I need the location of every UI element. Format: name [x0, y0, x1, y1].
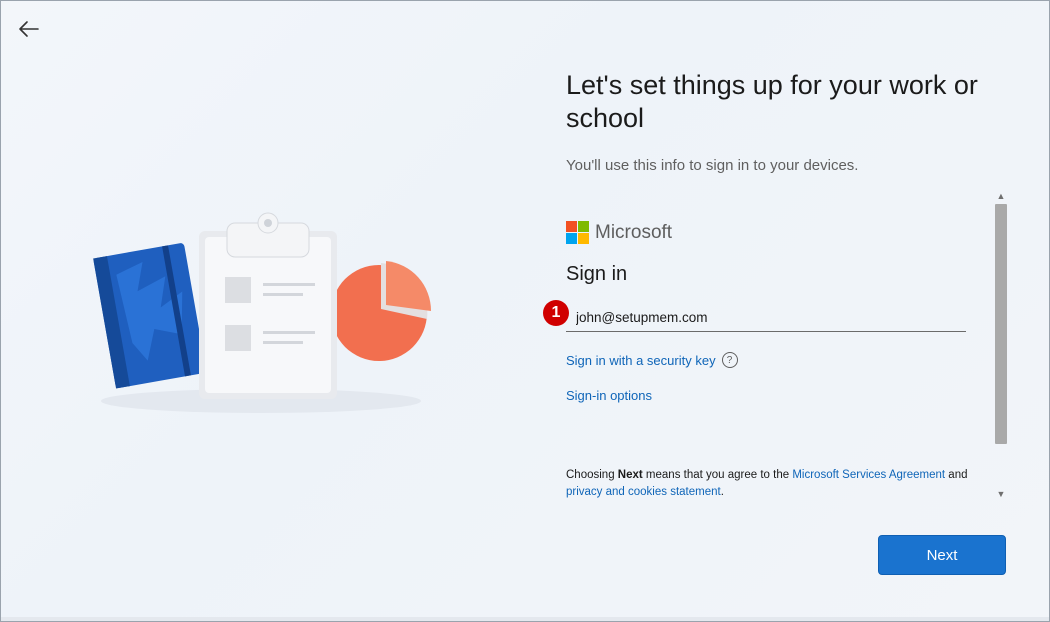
chevron-down-icon[interactable]: ▼ [993, 487, 1009, 501]
back-button[interactable] [15, 15, 43, 43]
signin-options-link[interactable]: Sign-in options [566, 388, 652, 403]
bottom-divider [1, 617, 1049, 621]
brand-name: Microsoft [595, 221, 673, 243]
services-agreement-link[interactable]: Microsoft Services Agreement [792, 469, 945, 481]
signin-panel: Microsoft Sign in 1 Sign in with a secur… [543, 189, 993, 501]
agreement-next-word: Next [617, 469, 643, 481]
page-subtitle: You'll use this info to sign in to your … [566, 157, 859, 174]
agreement-middle: means that you agree to the [642, 469, 793, 481]
security-key-link-row: Sign in with a security key ? [566, 352, 738, 368]
question-circle-icon[interactable]: ? [721, 352, 738, 368]
security-key-link[interactable]: Sign in with a security key [566, 353, 716, 368]
arrow-left-icon [19, 21, 39, 37]
microsoft-logo-icon [566, 221, 589, 244]
clipboard-graphic [199, 212, 337, 399]
agreement-text: Choosing Next means that you agree to th… [566, 467, 998, 501]
agreement-end: . [720, 486, 724, 498]
pie-chart-graphic [331, 261, 432, 361]
email-input[interactable] [566, 303, 966, 332]
signin-heading: Sign in [566, 263, 628, 285]
agreement-and: and [945, 469, 968, 481]
page-title: Let's set things up for your work or sch… [566, 70, 978, 133]
setup-window: Let's set things up for your work or sch… [0, 0, 1050, 622]
setup-illustration [93, 212, 432, 413]
next-button[interactable]: Next [878, 535, 1006, 575]
privacy-statement-link[interactable]: privacy and cookies statement [566, 486, 721, 498]
microsoft-logo: Microsoft [566, 221, 672, 244]
chevron-up-icon[interactable]: ▲ [993, 189, 1009, 203]
scrollbar[interactable]: ▲ ▼ [993, 189, 1009, 501]
agreement-prefix: Choosing [566, 469, 618, 481]
scroll-thumb[interactable] [995, 204, 1007, 444]
step-badge: 1 [543, 300, 569, 326]
notebook-graphic [93, 243, 207, 389]
